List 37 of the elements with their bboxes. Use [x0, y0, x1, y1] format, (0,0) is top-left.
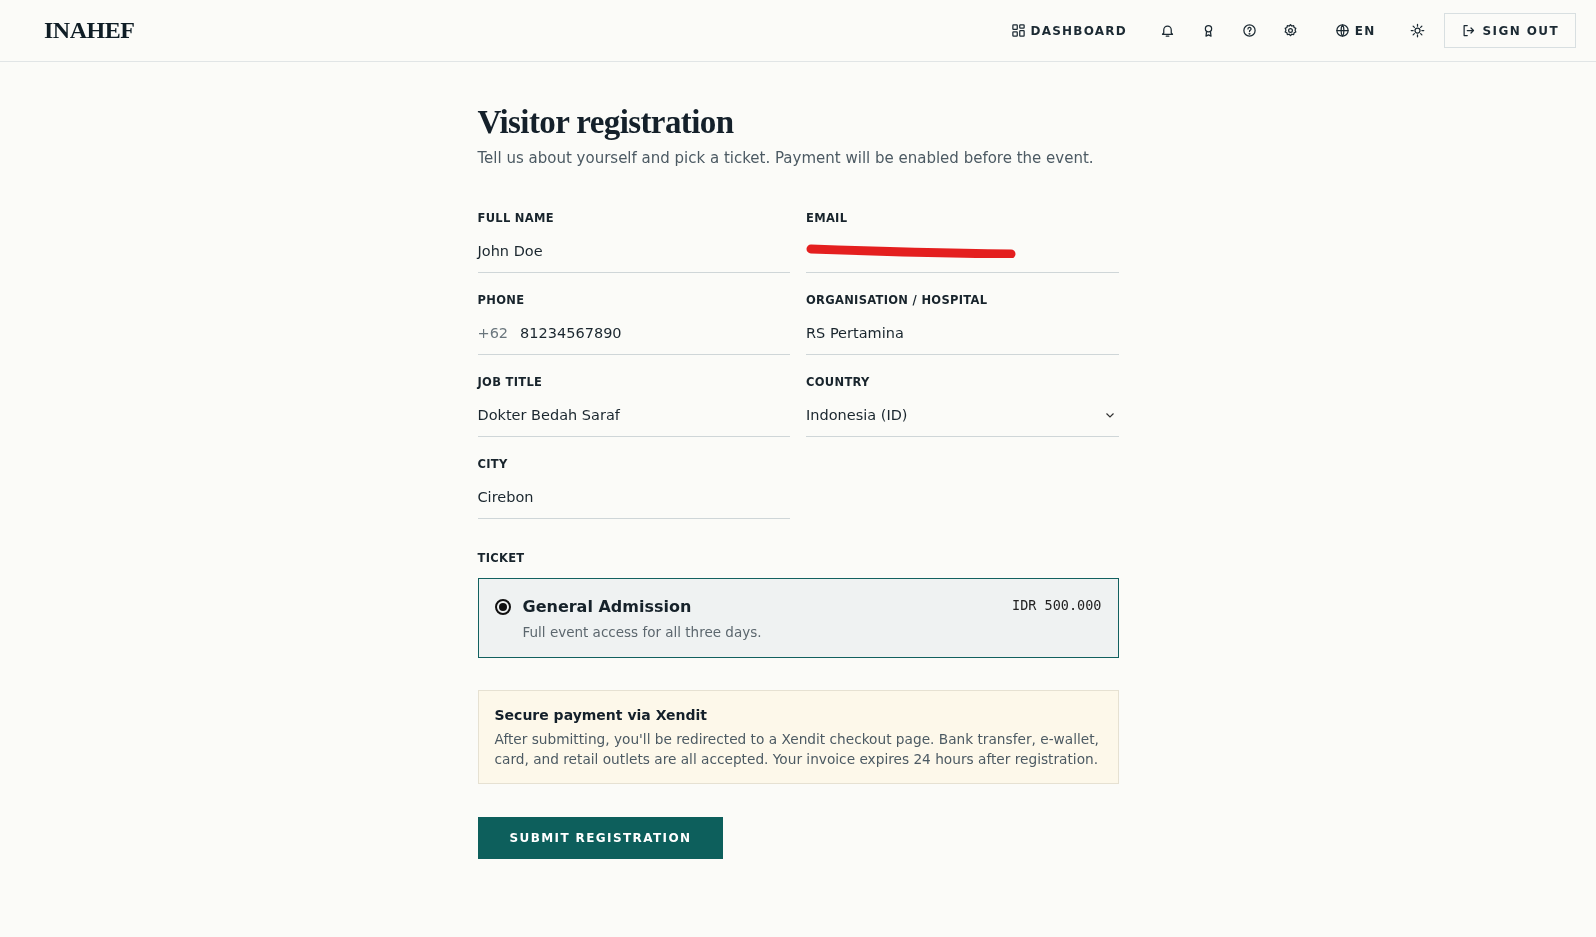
radio-button[interactable] [494, 599, 511, 615]
country-code: +62 [477, 324, 509, 341]
field-label: PHONE [477, 293, 526, 307]
sign-out-button[interactable]: SIGN OUT [1444, 13, 1576, 48]
dashboard-icon [1010, 23, 1026, 38]
phone-field[interactable]: +62 81234567890 [477, 315, 790, 355]
dashboard-link[interactable]: DASHBOARD [998, 17, 1139, 44]
sun-icon [1410, 23, 1426, 38]
globe-icon [1334, 23, 1350, 38]
notice-title: Secure payment via Xendit [494, 707, 709, 723]
ticket-name: General Admission [522, 597, 693, 616]
ticket-option[interactable]: General Admission Full event access for all three days. IDR 500.000 [477, 578, 1119, 658]
page-subtitle: Tell us about yourself and pick a ticket. Payment will be enabled before the event. [477, 149, 1095, 167]
country-select[interactable]: Indonesia (ID) [806, 397, 1119, 437]
ticket-description: Full event access for all three days. [522, 624, 762, 640]
field-label: FULL NAME [477, 211, 555, 225]
language-link[interactable]: EN [1322, 17, 1388, 44]
text-field[interactable]: John Doe [477, 233, 790, 273]
sign-out-icon [1461, 23, 1477, 38]
field-label: JOB TITLE [477, 375, 544, 389]
section-label: TICKET [477, 551, 526, 565]
site-logo[interactable]: INAHEF [44, 17, 135, 44]
notification-bell-icon [1159, 23, 1175, 38]
text-field[interactable]: Cirebon [477, 479, 790, 519]
text-field[interactable]: RS Pertamina [806, 315, 1119, 355]
settings-icon [1282, 23, 1298, 38]
field-label: CITY [477, 457, 509, 471]
page-title: Visitor registration [477, 104, 735, 141]
ticket-price: IDR 500.000 [1012, 597, 1102, 613]
phone-number: 81234567890 [520, 324, 622, 341]
text-field[interactable]: Dokter Bedah Saraf [477, 397, 790, 437]
field-label: EMAIL [806, 211, 849, 225]
submit-button[interactable]: SUBMIT REGISTRATION [477, 817, 724, 859]
field-label: ORGANISATION / HOSPITAL [806, 293, 989, 307]
help-icon [1241, 23, 1257, 38]
field-label: COUNTRY [806, 375, 871, 389]
notice-text: After submitting, you'll be redirected to a Xendit checkout page. Bank transfer, e-wallet, card, and retail outlets are all accepted. Your invoice expires 24 hours after registration. [494, 730, 1100, 769]
